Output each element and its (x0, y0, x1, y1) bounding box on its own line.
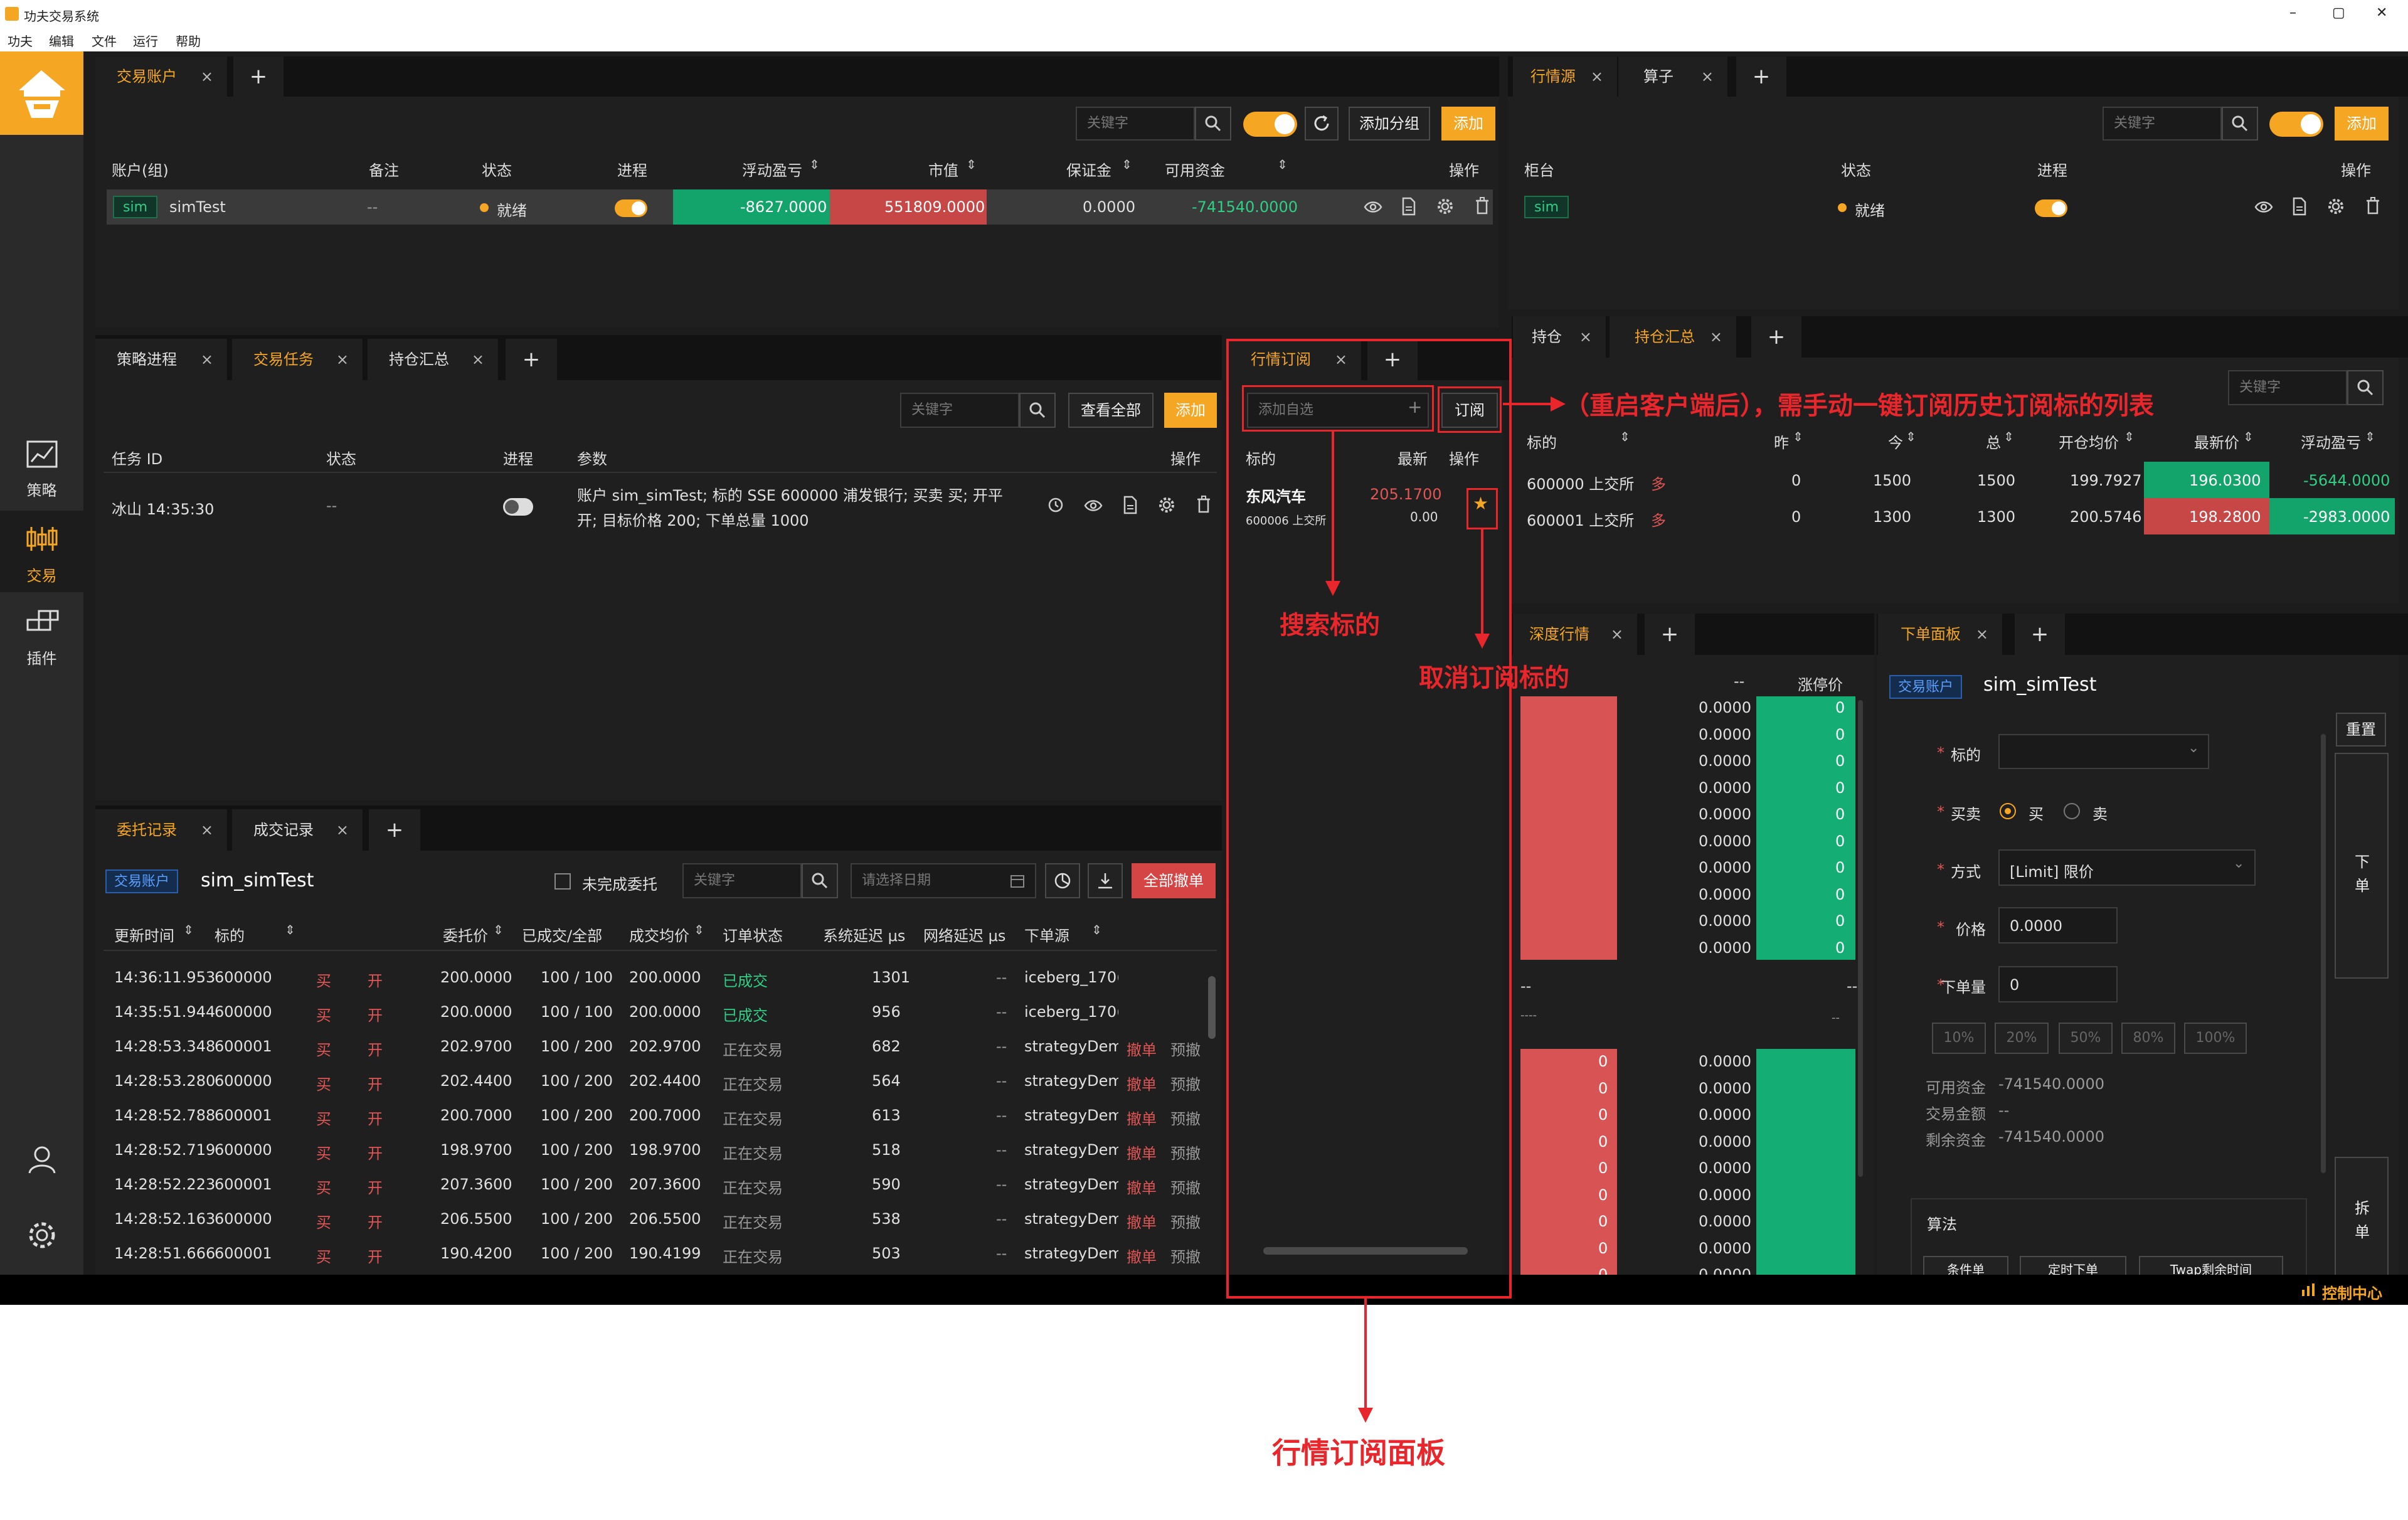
annotation-arrows (1325, 396, 1566, 1423)
annotation-search: 搜索标的 (1280, 611, 1380, 640)
annotation-unsubscribe: 取消订阅标的 (1419, 664, 1569, 693)
annotation-panel: 行情订阅面板 (1272, 1436, 1445, 1470)
annotation-history-subscribe: （重启客户端后），需手动一键订阅历史订阅标的列表 (1564, 391, 2154, 420)
